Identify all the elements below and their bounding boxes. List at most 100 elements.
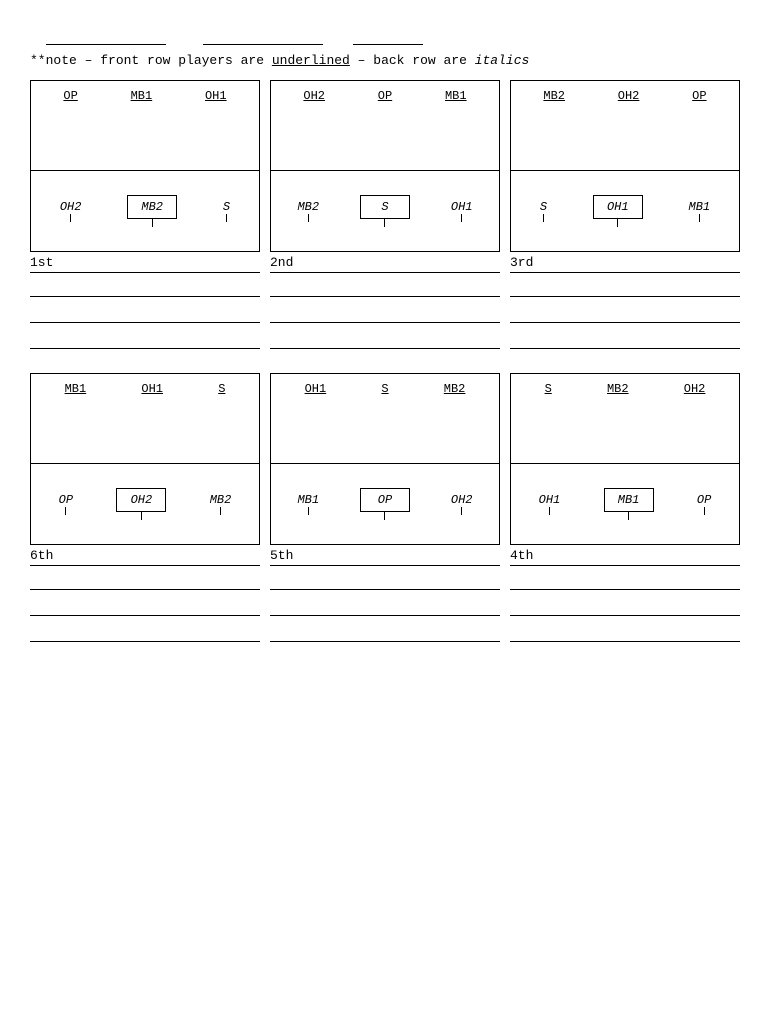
- rotation-4th: SMB2OH2OH1MB1OP4th: [510, 373, 740, 648]
- top-positions-1st: OP MB1 OH1: [37, 85, 253, 103]
- setter-3rd: OH1: [593, 195, 643, 227]
- note-line-2-5th[interactable]: [270, 622, 500, 642]
- top-pos-0-2nd: OH2: [303, 89, 325, 103]
- top-pos-1-1st: MB1: [131, 89, 153, 103]
- note-line-1-6th[interactable]: [30, 596, 260, 616]
- bottom-left-6th: OP: [59, 493, 73, 515]
- court-3rd: MB2OH2OPSOH1MB1: [510, 80, 740, 252]
- note-line-1-2nd[interactable]: [270, 303, 500, 323]
- rotation-3rd: MB2OH2OPSOH1MB13rd: [510, 80, 740, 355]
- rotation-label-4th: 4th: [510, 548, 740, 566]
- court-top-5th: OH1SMB2: [271, 374, 499, 464]
- rotation-label-2nd: 2nd: [270, 255, 500, 273]
- note-line-1-3rd[interactable]: [510, 303, 740, 323]
- top-pos-1-4th: MB2: [607, 382, 629, 396]
- note-line-0-5th[interactable]: [270, 570, 500, 590]
- note-line-0-2nd[interactable]: [270, 277, 500, 297]
- top-pos-2-5th: MB2: [444, 382, 466, 396]
- court-6th: MB1OH1SOPOH2MB2: [30, 373, 260, 545]
- rotation-label-1st: 1st: [30, 255, 260, 273]
- court-1st: OP MB1 OH1 OH2 MB2 S: [30, 80, 260, 252]
- bottom-positions-4th: OH1MB1OP: [517, 488, 733, 520]
- bottom-positions-3rd: S OH1 MB1: [517, 195, 733, 227]
- note-line: **note – front row players are underline…: [30, 53, 740, 68]
- note-underlined: underlined: [272, 53, 350, 68]
- top-positions-4th: SMB2OH2: [517, 378, 733, 396]
- location-input-line[interactable]: [203, 31, 323, 45]
- bottom-left-5th: MB1: [297, 493, 319, 515]
- court-bottom-2nd: MB2 S OH1: [271, 171, 499, 251]
- bottom-left-3rd: S: [540, 200, 547, 222]
- bottom-right-4th: OP: [697, 493, 711, 515]
- rotation-label-5th: 5th: [270, 548, 500, 566]
- notes-lines-1st: [30, 277, 260, 349]
- court-4th: SMB2OH2OH1MB1OP: [510, 373, 740, 545]
- location-field: [196, 30, 324, 45]
- rotation-1st: OP MB1 OH1 OH2 MB2 S 1st: [30, 80, 260, 355]
- bottom-right-3rd: MB1: [689, 200, 711, 222]
- top-pos-1-2nd: OP: [378, 89, 392, 103]
- notes-lines-4th: [510, 570, 740, 642]
- court-bottom-1st: OH2 MB2 S: [31, 171, 259, 251]
- bottom-left-2nd: MB2: [297, 200, 319, 222]
- bottom-positions-2nd: MB2 S OH1: [277, 195, 493, 227]
- bottom-positions-6th: OPOH2MB2: [37, 488, 253, 520]
- note-line-2-4th[interactable]: [510, 622, 740, 642]
- setter-5th: OP: [360, 488, 410, 520]
- court-top-3rd: MB2OH2OP: [511, 81, 739, 171]
- notes-lines-3rd: [510, 277, 740, 349]
- top-positions-2nd: OH2OPMB1: [277, 85, 493, 103]
- date-input-line[interactable]: [353, 31, 423, 45]
- bottom-left-1st: OH2: [60, 200, 82, 222]
- rotation-2nd: OH2OPMB1MB2SOH12nd: [270, 80, 500, 355]
- note-line-2-6th[interactable]: [30, 622, 260, 642]
- bottom-right-1st: S: [223, 200, 230, 222]
- top-positions-3rd: MB2OH2OP: [517, 85, 733, 103]
- top-pos-0-1st: OP: [63, 89, 77, 103]
- bottom-right-2nd: OH1: [451, 200, 473, 222]
- setter-1st: MB2: [127, 195, 177, 227]
- note-line-1-5th[interactable]: [270, 596, 500, 616]
- rotations-bottom-grid: MB1 OH1 S OP OH2 MB2 6th OH1SMB2 MB1 OP OH2 5th S MB2…: [30, 373, 740, 648]
- note-line-0-6th[interactable]: [30, 570, 260, 590]
- top-pos-2-6th: S: [218, 382, 225, 396]
- note-line-0-4th[interactable]: [510, 570, 740, 590]
- top-pos-0-4th: S: [545, 382, 552, 396]
- court-top-4th: SMB2OH2: [511, 374, 739, 464]
- note-italic: italics: [475, 53, 530, 68]
- rotation-5th: OH1SMB2 MB1 OP OH2 5th: [270, 373, 500, 648]
- note-line-2-2nd[interactable]: [270, 329, 500, 349]
- rotation-6th: MB1OH1SOPOH2MB26th: [30, 373, 260, 648]
- note-line-1-1st[interactable]: [30, 303, 260, 323]
- note-text: **note – front row players are: [30, 53, 272, 68]
- notes-lines-6th: [30, 570, 260, 642]
- rotation-label-3rd: 3rd: [510, 255, 740, 273]
- bottom-left-4th: OH1: [539, 493, 561, 515]
- setter-6th: OH2: [116, 488, 166, 520]
- notes-lines-2nd: [270, 277, 500, 349]
- note-line-1-4th[interactable]: [510, 596, 740, 616]
- top-pos-1-3rd: OH2: [618, 89, 640, 103]
- note-line-0-3rd[interactable]: [510, 277, 740, 297]
- rotations-top-grid: OPMB1OH1OH2MB2S1stOH2OPMB1MB2SOH12ndMB2O…: [30, 80, 740, 355]
- top-pos-2-3rd: OP: [692, 89, 706, 103]
- team-input-line[interactable]: [46, 31, 166, 45]
- court-top-1st: OP MB1 OH1: [31, 81, 259, 171]
- note-line-2-3rd[interactable]: [510, 329, 740, 349]
- rotation-label-6th: 6th: [30, 548, 260, 566]
- court-top-2nd: OH2OPMB1: [271, 81, 499, 171]
- court-2nd: OH2OPMB1MB2SOH1: [270, 80, 500, 252]
- note-middle: – back row are: [350, 53, 475, 68]
- notes-lines-5th: [270, 570, 500, 642]
- top-pos-1-6th: OH1: [141, 382, 163, 396]
- top-pos-2-1st: OH1: [205, 89, 227, 103]
- team-field: [30, 30, 166, 45]
- note-line-0-1st[interactable]: [30, 277, 260, 297]
- note-line-2-1st[interactable]: [30, 329, 260, 349]
- bottom-right-5th: OH2: [451, 493, 473, 515]
- court-bottom-6th: OPOH2MB2: [31, 464, 259, 544]
- bottom-positions-5th: MB1 OP OH2: [277, 488, 493, 520]
- date-field: [353, 31, 423, 45]
- setter-2nd: S: [360, 195, 410, 227]
- top-positions-5th: OH1SMB2: [277, 378, 493, 396]
